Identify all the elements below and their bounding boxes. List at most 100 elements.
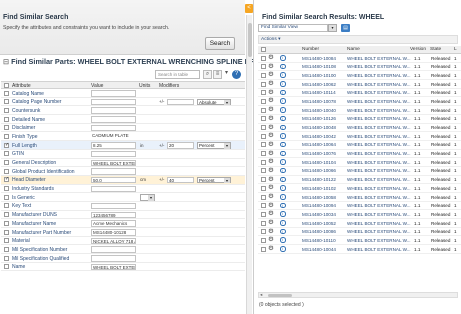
result-row-checkbox[interactable] [261, 177, 266, 183]
results-scrollbar-thumb[interactable] [268, 294, 292, 297]
scroll-left-icon[interactable]: ◂ [260, 292, 262, 298]
result-name-link[interactable]: WHEEL BOLT EXTERNAL W... [347, 247, 411, 252]
result-name-link[interactable]: WHEEL BOLT EXTERNAL W... [347, 142, 411, 147]
result-name-link[interactable]: WHEEL BOLT EXTERNAL W... [347, 125, 411, 130]
result-row[interactable]: ⚙ i MS14480-10126 WHEEL BOLT EXTERNAL W... 1… [258, 115, 461, 124]
attribute-checkbox[interactable] [4, 255, 9, 261]
save-view-icon[interactable]: ▤ [341, 24, 350, 32]
result-row-checkbox[interactable] [261, 194, 266, 200]
attribute-value-field[interactable] [91, 202, 136, 210]
result-number-link[interactable]: MS14480-10086 [302, 229, 336, 234]
result-name-link[interactable]: WHEEL BOLT EXTERNAL W... [347, 64, 411, 69]
attribute-name[interactable]: Global Product Identification [12, 169, 89, 175]
column-header-state[interactable]: State [430, 47, 441, 52]
result-row[interactable]: ⚙ i MS14480-10114 WHEEL BOLT EXTERNAL W... 1… [258, 89, 461, 98]
result-number-link[interactable]: MS14480-10062 [302, 82, 336, 87]
result-number-link[interactable]: MS14480-10104 [302, 160, 336, 165]
result-row[interactable]: ⚙ i MS14480-10034 WHEEL BOLT EXTERNAL W... 1… [258, 210, 461, 220]
attribute-checkbox[interactable] [4, 238, 9, 244]
attribute-name[interactable]: Manufacturer DUNS [12, 212, 89, 218]
gear-icon[interactable]: ⚙ [268, 184, 274, 192]
result-row[interactable]: ⚙ i MS14480-10102 WHEEL BOLT EXTERNAL W... 1… [258, 184, 461, 193]
gear-icon[interactable]: ⚙ [268, 202, 274, 210]
result-number-link[interactable]: MS14480-10094 [302, 203, 336, 208]
attribute-checkbox[interactable] [4, 220, 9, 226]
result-row[interactable]: ⚙ i MS14480-10062 WHEEL BOLT EXTERNAL W... 1… [258, 80, 461, 89]
column-header-number[interactable]: Number [302, 47, 319, 52]
result-row-checkbox[interactable] [261, 159, 266, 165]
result-name-link[interactable]: WHEEL BOLT EXTERNAL W... [347, 186, 411, 191]
result-number-link[interactable]: MS14480-10064 [302, 142, 336, 147]
attribute-name[interactable]: GTIN [12, 151, 89, 157]
result-row[interactable]: ⚙ i MS14480-10078 WHEEL BOLT EXTERNAL W... 1… [258, 97, 461, 107]
result-row[interactable]: ⚙ i MS14480-10076 WHEEL BOLT EXTERNAL W... 1… [258, 150, 461, 159]
search-button[interactable]: Search [205, 37, 235, 50]
column-header-version[interactable]: Version [410, 47, 426, 52]
result-row[interactable]: ⚙ i MS14480-10122 WHEEL BOLT EXTERNAL W... 1… [258, 176, 461, 185]
result-number-link[interactable]: MS14480-10066 [302, 168, 336, 173]
view-select[interactable]: Find Similar View [258, 24, 328, 32]
tolerance-type-select[interactable]: Percent ▾ [197, 176, 231, 184]
attribute-checkbox[interactable] [4, 142, 9, 148]
attribute-value-field[interactable] [91, 246, 136, 253]
attribute-checkbox[interactable] [4, 176, 9, 183]
info-icon[interactable]: i [280, 228, 286, 235]
result-row-checkbox[interactable] [261, 90, 266, 96]
attribute-checkbox[interactable] [4, 168, 9, 174]
gear-icon[interactable]: ⚙ [268, 106, 274, 114]
attribute-name[interactable]: Industry Standards [12, 186, 89, 192]
attribute-value-field[interactable] [91, 116, 136, 123]
attribute-checkbox[interactable] [4, 116, 9, 122]
result-row[interactable]: ⚙ i MS14480-10108 WHEEL BOLT EXTERNAL W... 1… [258, 63, 461, 72]
find-in-table-icon[interactable]: ⌕ [203, 70, 212, 79]
attribute-checkbox[interactable] [4, 203, 9, 209]
gear-icon[interactable]: ⚙ [268, 245, 274, 253]
attribute-checkbox[interactable] [4, 107, 9, 113]
result-row[interactable]: ⚙ i MS14480-10110 WHEEL BOLT EXTERNAL W... 1… [258, 236, 461, 246]
result-name-link[interactable]: WHEEL BOLT EXTERNAL W... [347, 151, 411, 156]
attribute-name[interactable]: Mil Specification Number [12, 247, 89, 253]
result-name-link[interactable]: WHEEL BOLT EXTERNAL W... [347, 160, 411, 165]
attribute-checkbox[interactable] [4, 151, 9, 157]
gear-icon[interactable]: ⚙ [268, 219, 274, 227]
result-row[interactable]: ⚙ i MS14480-10052 WHEEL BOLT EXTERNAL W... 1… [258, 219, 461, 228]
attribute-checkbox[interactable] [4, 229, 9, 235]
collapse-section-icon[interactable]: ⊟ [3, 57, 9, 66]
attribute-name[interactable]: Manufacturer Name [12, 221, 89, 227]
result-row-checkbox[interactable] [261, 246, 266, 252]
result-row-checkbox[interactable] [261, 185, 266, 191]
result-row-checkbox[interactable] [261, 211, 266, 217]
result-row-checkbox[interactable] [261, 116, 266, 122]
info-icon[interactable]: i [280, 133, 286, 139]
result-number-link[interactable]: MS14480-10110 [302, 238, 336, 243]
result-row-checkbox[interactable] [261, 64, 266, 70]
attribute-value-field[interactable] [91, 185, 136, 193]
attribute-value-field[interactable] [91, 90, 136, 97]
result-number-link[interactable]: MS14480-10114 [302, 90, 336, 95]
result-number-link[interactable]: MS14480-10126 [302, 116, 336, 121]
gear-icon[interactable]: ⚙ [268, 132, 274, 140]
attribute-value-field[interactable]: Acme Mechanics [91, 220, 136, 227]
result-name-link[interactable]: WHEEL BOLT EXTERNAL W... [347, 56, 411, 61]
result-name-link[interactable]: WHEEL BOLT EXTERNAL W... [347, 168, 411, 173]
info-icon[interactable]: i [280, 159, 286, 165]
gear-icon[interactable]: ⚙ [268, 193, 274, 201]
result-number-link[interactable]: MS14480-10058 [302, 195, 336, 200]
attribute-value-field[interactable] [91, 98, 136, 106]
gear-icon[interactable]: ⚙ [268, 115, 274, 123]
result-row[interactable]: ⚙ i MS14480-10040 WHEEL BOLT EXTERNAL W... 1… [258, 106, 461, 115]
gear-icon[interactable]: ⚙ [268, 236, 274, 244]
info-icon[interactable]: i [280, 89, 286, 96]
gear-icon[interactable]: ⚙ [268, 54, 274, 62]
attribute-value-field[interactable] [91, 255, 136, 262]
attribute-name[interactable]: Key Text [12, 203, 89, 209]
info-icon[interactable]: i [280, 124, 286, 130]
attribute-name[interactable]: Disclaimer [12, 125, 89, 131]
result-row-checkbox[interactable] [261, 229, 266, 235]
result-name-link[interactable]: WHEEL BOLT EXTERNAL W... [347, 108, 411, 113]
result-name-link[interactable]: WHEEL BOLT EXTERNAL W... [347, 73, 411, 78]
info-icon[interactable]: i [280, 63, 286, 70]
attribute-checkbox[interactable] [4, 186, 9, 192]
view-dropdown-icon[interactable]: ▾ [328, 24, 337, 32]
result-row[interactable]: ⚙ i MS14480-10058 WHEEL BOLT EXTERNAL W... 1… [258, 193, 461, 202]
